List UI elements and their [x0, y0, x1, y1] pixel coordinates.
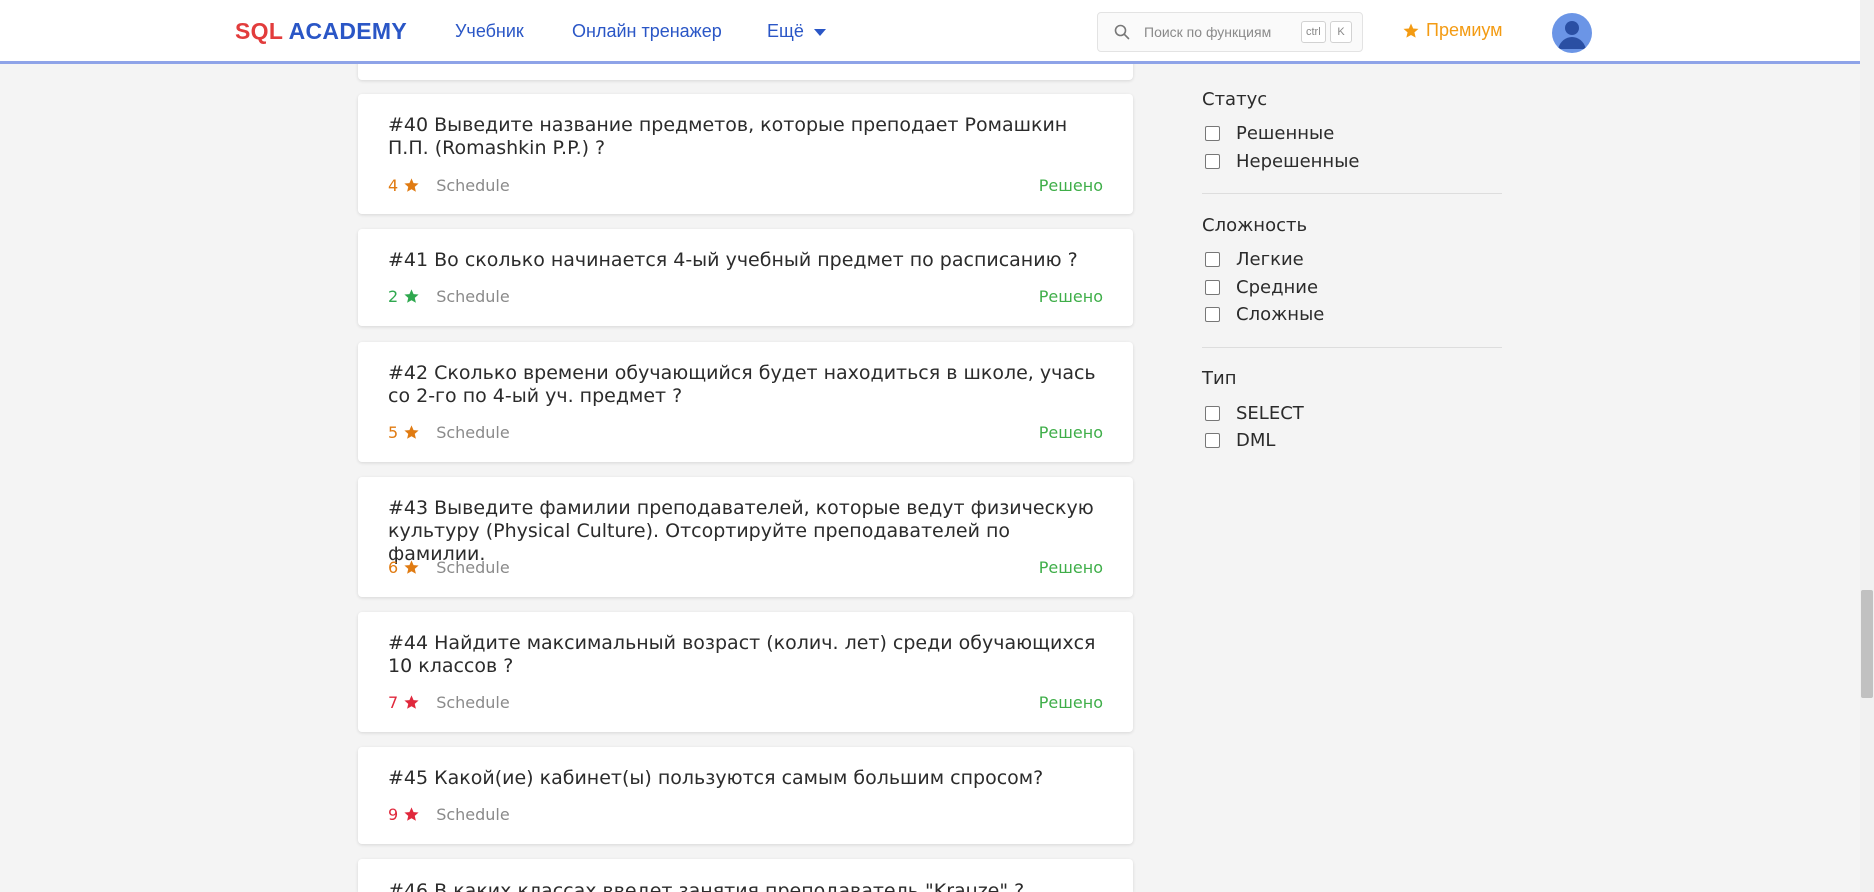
solved-status: Решено — [1038, 287, 1103, 306]
solved-status: Решено — [1038, 693, 1103, 712]
shortcut-ctrl-key: ctrl — [1301, 21, 1326, 43]
star-icon — [404, 178, 419, 192]
top-header: SQL ACADEMY Учебник Онлайн тренажер Ещё … — [0, 0, 1860, 64]
filter-option-label: Легкие — [1236, 249, 1304, 270]
filter-option-label: Средние — [1236, 277, 1319, 298]
star-icon — [404, 560, 419, 574]
difficulty-rating: 4 — [388, 176, 420, 195]
solved-status: Решено — [1038, 423, 1103, 442]
problem-meta: 2 Schedule — [388, 287, 510, 306]
filter-divider — [1202, 193, 1502, 194]
solved-status: Решено — [1038, 176, 1103, 195]
star-icon — [1403, 23, 1419, 38]
problem-database-tag[interactable]: Schedule — [436, 176, 510, 195]
problem-title[interactable]: #40 Выведите название предметов, которые… — [388, 114, 1108, 160]
problem-card[interactable]: #42 Сколько времени обучающийся будет на… — [358, 342, 1133, 462]
difficulty-rating: 2 — [388, 287, 420, 306]
rating-value: 2 — [388, 287, 399, 306]
problem-title[interactable]: #45 Какой(ие) кабинет(ы) пользуются самы… — [388, 767, 1108, 790]
problem-card[interactable]: #44 Найдите максимальный возраст (колич.… — [358, 612, 1133, 732]
search-placeholder: Поиск по функциям — [1144, 24, 1272, 40]
premium-link[interactable]: Премиум — [1402, 20, 1503, 41]
nav-more-label: Ещё — [767, 21, 804, 41]
solved-status: Решено — [1038, 558, 1103, 577]
problem-card[interactable]: #40 Выведите название предметов, которые… — [358, 94, 1133, 214]
checkbox[interactable] — [1205, 406, 1220, 421]
filter-easy-checkbox[interactable]: Легкие — [1205, 249, 1304, 270]
filter-option-label: Решенные — [1236, 123, 1335, 144]
rating-value: 5 — [388, 423, 399, 442]
rating-value: 7 — [388, 693, 399, 712]
checkbox[interactable] — [1205, 307, 1220, 322]
user-icon — [1558, 21, 1586, 49]
filter-status-title: Статус — [1202, 89, 1268, 110]
rating-value: 9 — [388, 805, 399, 824]
problem-database-tag[interactable]: Schedule — [436, 287, 510, 306]
filter-medium-checkbox[interactable]: Средние — [1205, 277, 1318, 298]
difficulty-rating: 6 — [388, 558, 420, 577]
star-icon — [404, 695, 419, 709]
nav-textbook[interactable]: Учебник — [455, 21, 524, 42]
problem-title[interactable]: #46 В каких классах введет занятия препо… — [388, 880, 1108, 892]
problem-card[interactable]: #45 Какой(ие) кабинет(ы) пользуются самы… — [358, 747, 1133, 844]
filter-difficulty-title: Сложность — [1202, 215, 1308, 236]
filter-type-title: Тип — [1202, 368, 1237, 389]
problem-database-tag[interactable]: Schedule — [436, 693, 510, 712]
user-avatar[interactable] — [1552, 13, 1592, 53]
premium-label: Премиум — [1426, 20, 1503, 40]
problem-title[interactable]: #41 Во сколько начинается 4-ый учебный п… — [388, 249, 1108, 272]
filter-unsolved-checkbox[interactable]: Нерешенные — [1205, 151, 1359, 172]
problem-meta: 7 Schedule — [388, 693, 510, 712]
difficulty-rating: 9 — [388, 805, 420, 824]
problem-meta: 5 Schedule — [388, 423, 510, 442]
chevron-down-icon — [813, 29, 826, 36]
filter-dml-checkbox[interactable]: DML — [1205, 430, 1275, 451]
nav-online-trainer[interactable]: Онлайн тренажер — [572, 21, 722, 42]
problem-meta: 6 Schedule — [388, 558, 510, 577]
filter-divider — [1202, 347, 1502, 348]
sql-academy-logo[interactable]: SQL ACADEMY — [235, 18, 407, 45]
filter-solved-checkbox[interactable]: Решенные — [1205, 123, 1334, 144]
nav-more-dropdown[interactable]: Ещё — [767, 21, 826, 42]
problem-title[interactable]: #44 Найдите максимальный возраст (колич.… — [388, 632, 1108, 678]
checkbox[interactable] — [1205, 252, 1220, 267]
filter-option-label: Нерешенные — [1236, 151, 1360, 172]
rating-value: 4 — [388, 176, 399, 195]
page-scrollbar-thumb[interactable] — [1861, 590, 1873, 698]
problem-card[interactable]: #46 В каких классах введет занятия препо… — [358, 859, 1133, 892]
search-icon — [1114, 24, 1130, 40]
star-icon — [404, 807, 419, 821]
logo-academy: ACADEMY — [288, 18, 407, 44]
filter-select-checkbox[interactable]: SELECT — [1205, 403, 1304, 424]
checkbox[interactable] — [1205, 154, 1220, 169]
checkbox[interactable] — [1205, 126, 1220, 141]
star-icon — [404, 425, 419, 439]
difficulty-rating: 7 — [388, 693, 420, 712]
problem-title[interactable]: #43 Выведите фамилии преподавателей, кот… — [388, 497, 1108, 566]
checkbox[interactable] — [1205, 280, 1220, 295]
logo-sql: SQL — [235, 18, 283, 44]
filter-option-label: DML — [1236, 430, 1276, 451]
problem-meta: 9 Schedule — [388, 805, 510, 824]
problem-database-tag[interactable]: Schedule — [436, 558, 510, 577]
filter-option-label: SELECT — [1236, 403, 1304, 424]
filter-option-label: Сложные — [1236, 304, 1325, 325]
problem-database-tag[interactable]: Schedule — [436, 423, 510, 442]
problem-card[interactable]: #43 Выведите фамилии преподавателей, кот… — [358, 477, 1133, 597]
rating-value: 6 — [388, 558, 399, 577]
page-scrollbar-track[interactable] — [1860, 0, 1874, 892]
problem-card[interactable]: #41 Во сколько начинается 4-ый учебный п… — [358, 229, 1133, 326]
problem-meta: 4 Schedule — [388, 176, 510, 195]
difficulty-rating: 5 — [388, 423, 420, 442]
shortcut-k-key: K — [1330, 21, 1352, 43]
star-icon — [404, 289, 419, 303]
problem-database-tag[interactable]: Schedule — [436, 805, 510, 824]
filter-hard-checkbox[interactable]: Сложные — [1205, 304, 1324, 325]
checkbox[interactable] — [1205, 433, 1220, 448]
problem-title[interactable]: #42 Сколько времени обучающийся будет на… — [388, 362, 1108, 408]
function-search[interactable]: Поиск по функциям ctrl K — [1097, 12, 1363, 52]
